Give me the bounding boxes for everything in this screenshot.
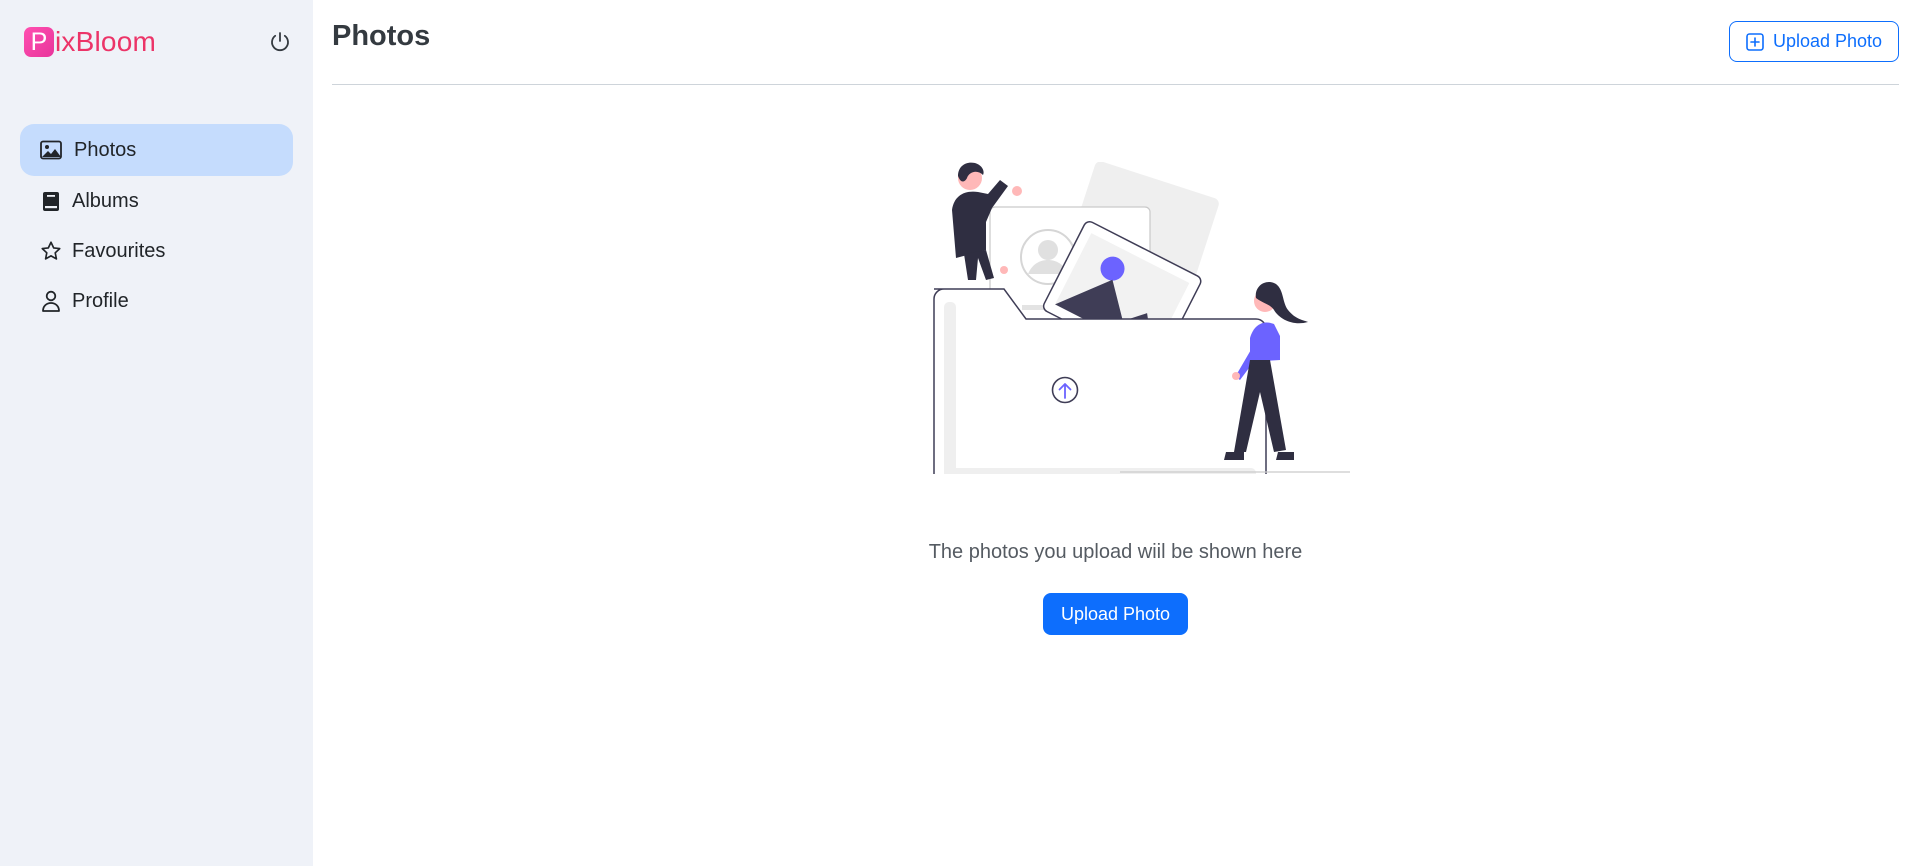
star-icon	[40, 240, 62, 262]
sidebar-nav: Photos Albums Favourites Profile	[20, 124, 293, 326]
brand-logo-text: ixBloom	[55, 26, 156, 57]
book-icon	[40, 190, 62, 212]
upload-illustration	[920, 161, 1350, 500]
sidebar-item-profile[interactable]: Profile	[20, 276, 293, 326]
image-icon	[40, 139, 62, 161]
sidebar-item-label: Profile	[72, 289, 129, 312]
brand-logo[interactable]: P ixBloom	[24, 25, 156, 59]
upload-photo-header-label: Upload Photo	[1772, 31, 1883, 51]
sidebar-item-photos[interactable]: Photos	[20, 124, 293, 176]
sidebar-item-albums[interactable]: Albums	[20, 176, 293, 226]
main-content: Photos Upload Photo The photos you uploa…	[332, 0, 1899, 866]
sidebar-item-label: Favourites	[72, 239, 166, 262]
plus-square-icon	[1746, 32, 1764, 51]
sidebar-item-label: Albums	[72, 189, 139, 212]
empty-state-message: The photos you upload wiil be shown here	[928, 541, 1303, 563]
brand-logo-initial: P	[24, 27, 54, 57]
header-divider	[332, 84, 1899, 85]
upload-photo-header-button[interactable]: Upload Photo	[1729, 21, 1899, 62]
power-icon[interactable]	[268, 30, 292, 54]
page-title: Photos	[332, 20, 431, 52]
sidebar: P ixBloom Photos Albums Favourites Profi…	[0, 0, 313, 866]
sidebar-item-favourites[interactable]: Favourites	[20, 226, 293, 276]
upload-photo-button[interactable]: Upload Photo	[1043, 593, 1188, 635]
sidebar-item-label: Photos	[74, 138, 137, 161]
person-icon	[40, 290, 62, 312]
